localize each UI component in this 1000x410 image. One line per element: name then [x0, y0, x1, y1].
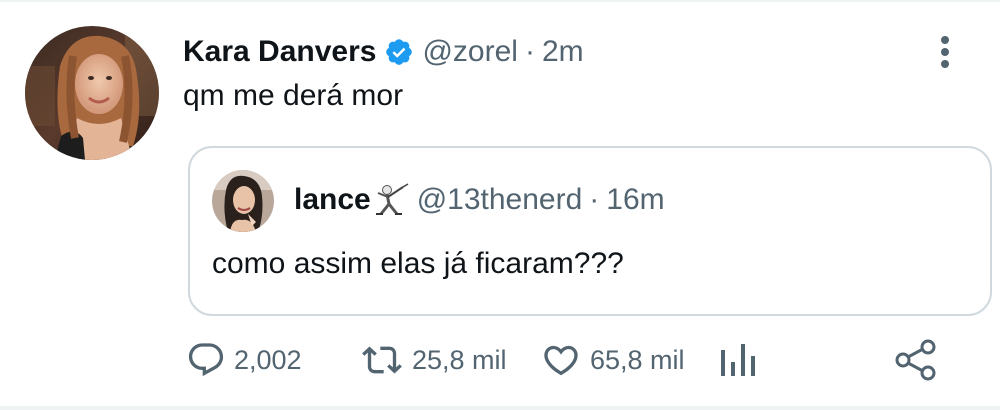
tweet-action-bar: 2,002 25,8 mil 65,8 mil — [0, 336, 1000, 384]
share-button[interactable] — [894, 336, 938, 384]
reply-button[interactable]: 2,002 — [186, 336, 302, 384]
author-display-name[interactable]: Kara Danvers — [183, 34, 376, 70]
verified-badge-icon — [384, 37, 414, 67]
top-divider — [0, 0, 1000, 2]
quoted-tweet-timestamp[interactable]: 16m — [606, 182, 664, 218]
author-handle[interactable]: @zorel — [422, 34, 517, 70]
retweet-count: 25,8 mil — [412, 345, 507, 375]
quoted-author-display-name[interactable]: lance — [294, 182, 371, 218]
tweet-timestamp[interactable]: 2m — [542, 34, 584, 70]
quoted-avatar-image — [212, 170, 274, 232]
quoted-tweet-text: como assim elas já ficaram??? — [212, 247, 624, 280]
reply-icon — [186, 340, 226, 380]
separator-dot: · — [524, 35, 535, 68]
like-button[interactable]: 65,8 mil — [540, 336, 685, 384]
like-count: 65,8 mil — [590, 345, 685, 375]
quoted-tweet-header: lance @13thenerd · 16m — [294, 182, 665, 218]
quoted-author-handle[interactable]: @13thenerd — [417, 182, 583, 218]
quoted-separator-dot: · — [589, 183, 600, 216]
bottom-divider — [0, 406, 1000, 410]
tweet-header: Kara Danvers @zorel · 2m — [183, 34, 584, 70]
retweet-button[interactable]: 25,8 mil — [360, 336, 507, 384]
quoted-tweet-card[interactable]: lance @13thenerd · 16m como assim elas j… — [188, 146, 992, 316]
more-vertical-icon[interactable] — [930, 34, 960, 70]
author-avatar[interactable] — [25, 26, 159, 160]
analytics-button[interactable] — [718, 336, 756, 384]
share-icon — [894, 338, 938, 382]
retweet-icon — [360, 340, 404, 380]
tweet-text: qm me derá mor — [183, 79, 404, 112]
quoted-author-avatar[interactable] — [212, 170, 274, 232]
fencer-emoji-icon — [373, 183, 409, 217]
reply-count: 2,002 — [234, 345, 302, 375]
analytics-icon — [718, 340, 756, 380]
author-avatar-image — [25, 26, 159, 160]
heart-icon — [540, 340, 582, 380]
